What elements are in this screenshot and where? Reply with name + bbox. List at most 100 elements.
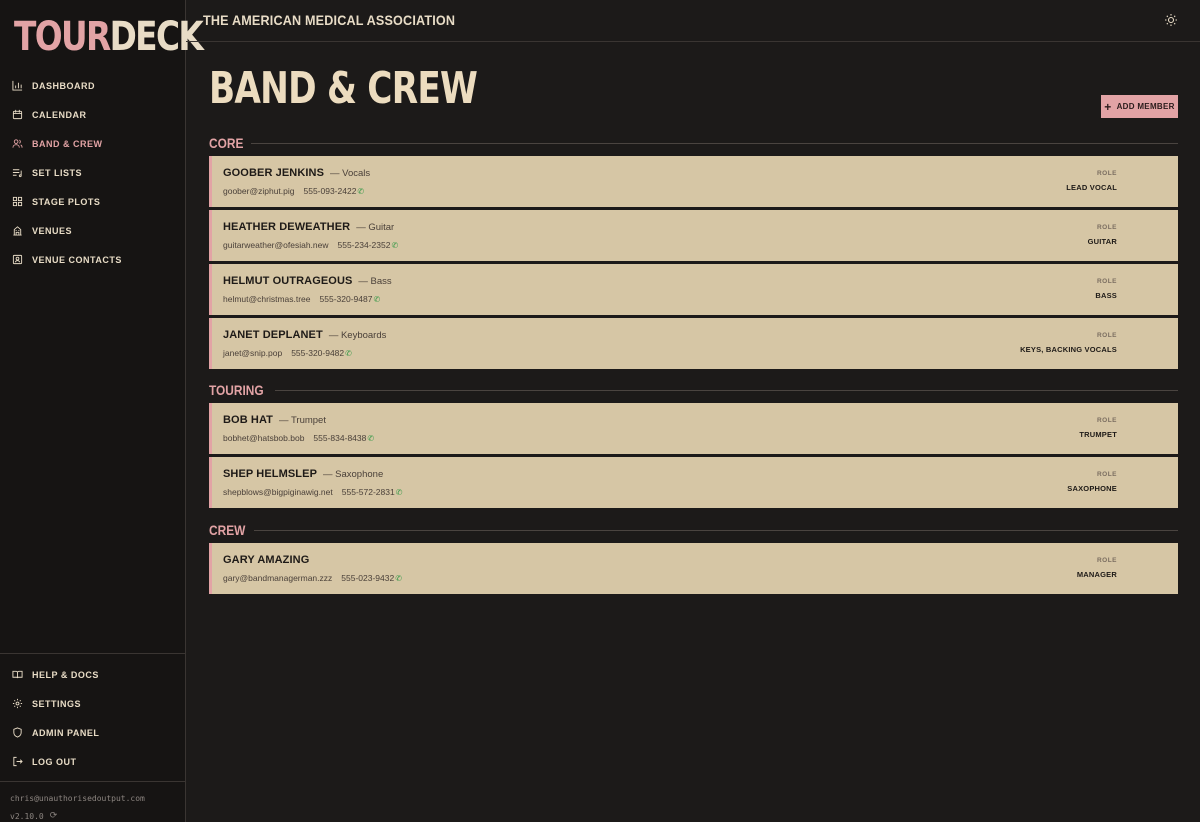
member-card[interactable]: JANET DEPLANET — Keyboards janet@snip.pop…	[209, 318, 1178, 369]
member-contact: helmut@christmas.tree 555-320-9487✆	[223, 294, 380, 304]
nav-label: ADMIN PANEL	[32, 727, 100, 738]
member-role: KEYS, BACKING VOCALS	[1020, 345, 1117, 354]
nav-item-band-crew[interactable]: BAND & CREW	[0, 129, 185, 158]
plus-icon: +	[1104, 99, 1112, 114]
member-phone[interactable]: 555-093-2422	[303, 186, 356, 196]
gear-icon	[12, 698, 23, 709]
member-email[interactable]: guitarweather@ofesiah.new	[223, 240, 329, 250]
member-phone[interactable]: 555-320-9487	[320, 294, 373, 304]
nav-item-settings[interactable]: SETTINGS	[0, 689, 185, 718]
member-phone[interactable]: 555-834-8438	[313, 433, 366, 443]
member-name-row: JANET DEPLANET — Keyboards	[223, 329, 386, 341]
building-icon	[13, 226, 22, 236]
shield-icon	[13, 727, 22, 738]
member-card[interactable]: BOB HAT — Trumpet bobhet@hatsbob.bob 555-8…	[209, 403, 1178, 454]
member-email[interactable]: janet@snip.pop	[223, 348, 282, 358]
member-card[interactable]: HELMUT OUTRAGEOUS — Bass helmut@christmas…	[209, 264, 1178, 315]
secondary-nav: HELP & DOCS SETTINGS ADMIN PANEL LOG OUT	[0, 653, 185, 776]
section-crew: CREW	[209, 522, 1178, 538]
member-card[interactable]: SHEP HELMSLEP — Saxophone shepblows@bigpi…	[209, 457, 1178, 508]
phone-icon[interactable]: ✆	[345, 349, 352, 358]
member-instrument: — Vocals	[330, 168, 371, 179]
phone-icon[interactable]: ✆	[367, 434, 374, 443]
member-name: SHEP HELMSLEP	[223, 468, 318, 480]
nav-label: CALENDAR	[32, 109, 87, 120]
nav-item-log-out[interactable]: LOG OUT	[0, 747, 185, 776]
role-label: ROLE	[1096, 471, 1117, 478]
member-phone[interactable]: 555-572-2831	[342, 487, 395, 497]
member-phone[interactable]: 555-320-9482	[291, 348, 344, 358]
section-title: CREW	[209, 522, 246, 538]
role-label: ROLE	[1096, 224, 1117, 231]
nav-item-dashboard[interactable]: DASHBOARD	[0, 71, 185, 100]
role-label: ROLE	[1096, 170, 1117, 177]
nav-item-admin-panel[interactable]: ADMIN PANEL	[0, 718, 185, 747]
member-name-row: GARY AMAZING	[223, 554, 309, 566]
nav-item-stage-plots[interactable]: STAGE PLOTS	[0, 187, 185, 216]
member-email[interactable]: goober@ziphut.pig	[223, 186, 294, 196]
nav-item-venue-contacts[interactable]: VENUE CONTACTS	[0, 245, 185, 274]
sidebar: TOURDECK DASHBOARD CALENDAR BAND & CREW …	[0, 0, 204, 822]
role-label: ROLE	[1096, 278, 1117, 285]
member-contact: janet@snip.pop 555-320-9482✆	[223, 348, 352, 358]
nav-item-help-docs[interactable]: HELP & DOCS	[0, 660, 185, 689]
role-label: ROLE	[1096, 557, 1117, 564]
nav-item-calendar[interactable]: CALENDAR	[0, 100, 185, 129]
nav-label: HELP & DOCS	[32, 669, 99, 680]
nav-item-venues[interactable]: VENUES	[0, 216, 185, 245]
member-name: JANET DEPLANET	[223, 329, 323, 341]
member-name: GOOBER JENKINS	[223, 167, 325, 179]
member-phone[interactable]: 555-023-9432	[341, 573, 394, 583]
sun-icon[interactable]	[1164, 13, 1178, 27]
member-role: LEAD VOCAL	[1066, 183, 1117, 192]
member-card[interactable]: HEATHER DEWEATHER — Guitar guitarweather@…	[209, 210, 1178, 261]
member-role: MANAGER	[1076, 570, 1117, 579]
app-logo[interactable]: TOURDECK	[14, 14, 204, 60]
nav-label: VENUE CONTACTS	[32, 254, 122, 265]
member-email[interactable]: bobhet@hatsbob.bob	[223, 433, 304, 443]
role-label: ROLE	[1096, 332, 1117, 339]
add-member-button[interactable]: + ADD MEMBER	[1101, 95, 1178, 118]
nav-label: DASHBOARD	[32, 80, 95, 91]
section-divider	[253, 529, 1178, 531]
member-name-row: HELMUT OUTRAGEOUS — Bass	[223, 275, 392, 287]
sidebar-footer: chris@unauthorisedoutput.com v2.10.0 ⟳	[0, 781, 185, 822]
nav-label: LOG OUT	[32, 756, 77, 767]
member-email[interactable]: helmut@christmas.tree	[223, 294, 311, 304]
version-label: v2.10.0	[10, 811, 44, 821]
member-name: BOB HAT	[223, 414, 273, 426]
list-music-icon	[12, 169, 22, 178]
member-name-row: SHEP HELMSLEP — Saxophone	[223, 468, 383, 480]
member-name: GARY AMAZING	[223, 554, 310, 566]
member-role: BASS	[1095, 291, 1117, 300]
nav-label: STAGE PLOTS	[32, 196, 101, 207]
member-name: HELMUT OUTRAGEOUS	[223, 275, 353, 287]
member-contact: guitarweather@ofesiah.new 555-234-2352✆	[223, 240, 398, 250]
bar-chart-icon	[12, 80, 23, 91]
users-icon	[12, 139, 23, 148]
member-instrument: — Trumpet	[279, 415, 326, 426]
member-email[interactable]: shepblows@bigpiginawig.net	[223, 487, 333, 497]
member-email[interactable]: gary@bandmanagerman.zzz	[223, 573, 332, 583]
phone-icon[interactable]: ✆	[396, 488, 403, 497]
book-icon	[12, 670, 23, 679]
member-instrument: — Guitar	[356, 222, 395, 233]
organization-name[interactable]: THE AMERICAN MEDICAL ASSOCIATION	[203, 12, 455, 28]
member-contact: goober@ziphut.pig 555-093-2422✆	[223, 186, 364, 196]
member-phone[interactable]: 555-234-2352	[338, 240, 391, 250]
member-card[interactable]: GOOBER JENKINS — Vocals goober@ziphut.pig…	[209, 156, 1178, 207]
nav-item-set-lists[interactable]: SET LISTS	[0, 158, 185, 187]
section-title: CORE	[209, 135, 244, 151]
top-bar: THE AMERICAN MEDICAL ASSOCIATION	[186, 0, 1200, 42]
nav-label: VENUES	[32, 225, 73, 236]
phone-icon[interactable]: ✆	[373, 295, 380, 304]
role-label: ROLE	[1096, 417, 1117, 424]
refresh-icon[interactable]: ⟳	[50, 811, 58, 821]
member-contact: gary@bandmanagerman.zzz 555-023-9432✆	[223, 573, 402, 583]
member-instrument: — Bass	[358, 276, 392, 287]
member-name-row: BOB HAT — Trumpet	[223, 414, 326, 426]
phone-icon[interactable]: ✆	[395, 574, 402, 583]
phone-icon[interactable]: ✆	[357, 187, 364, 196]
phone-icon[interactable]: ✆	[391, 241, 398, 250]
member-card[interactable]: GARY AMAZING gary@bandmanagerman.zzz 555-…	[209, 543, 1178, 594]
